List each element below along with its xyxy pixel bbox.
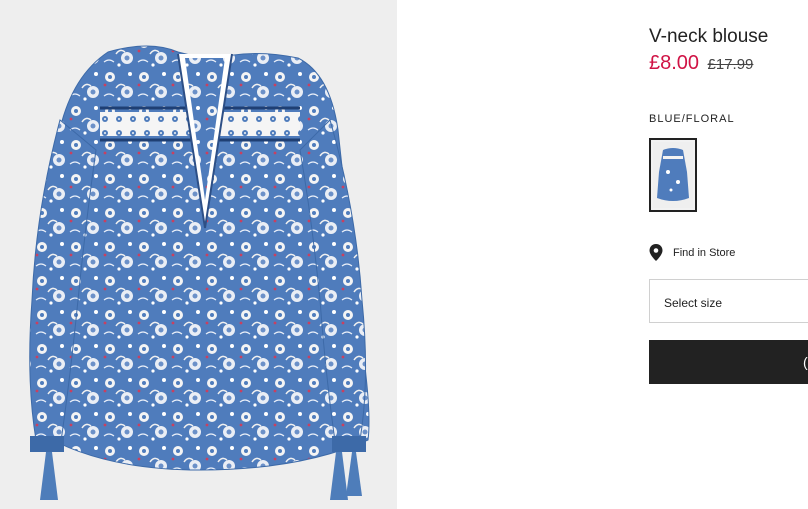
blouse-illustration <box>29 45 370 500</box>
add-button-label: ( <box>803 354 808 370</box>
original-price: £17.99 <box>707 56 754 73</box>
price-row: £8.00 £17.99 <box>649 52 753 75</box>
color-label: BLUE/FLORAL <box>649 113 735 125</box>
color-swatch-blue-floral[interactable] <box>649 138 697 212</box>
swatch-thumbnail <box>653 142 693 208</box>
size-select-value: Select size <box>664 296 723 310</box>
find-in-store-label: Find in Store <box>673 246 736 259</box>
size-select[interactable]: Select size <box>649 279 808 323</box>
product-info-panel: V-neck blouse £8.00 £17.99 BLUE/FLORAL F… <box>649 0 808 509</box>
product-image <box>0 0 397 509</box>
find-in-store-link[interactable]: Find in Store <box>649 244 735 261</box>
sale-price: £8.00 <box>649 52 700 74</box>
product-title: V-neck blouse <box>649 26 769 47</box>
add-to-bag-button[interactable]: ( <box>649 340 808 384</box>
location-pin-icon <box>649 244 663 261</box>
